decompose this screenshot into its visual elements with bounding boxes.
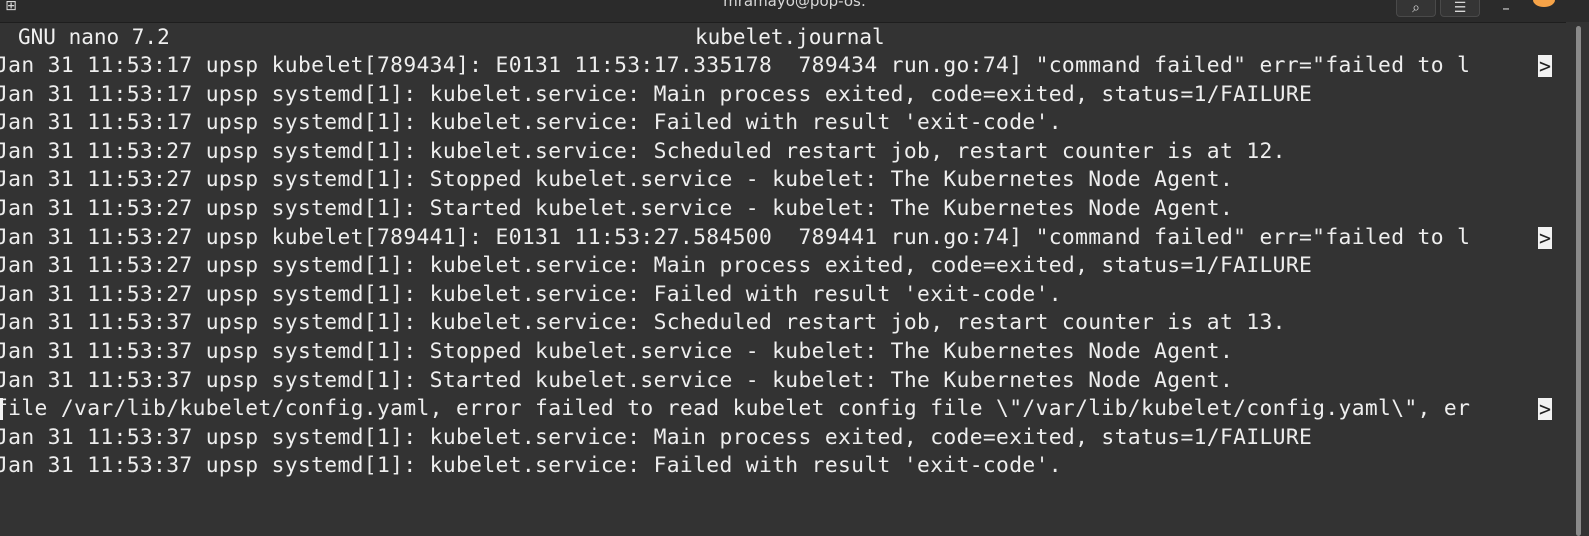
window-titlebar: ⊞ mramayo@pop-os: ⌕ ☰ –	[0, 0, 1589, 23]
nano-version: GNU nano 7.2	[18, 25, 170, 49]
line-overflow-marker: >	[1538, 397, 1552, 422]
minimize-icon[interactable]: –	[1494, 0, 1518, 16]
text-line[interactable]: Jan 31 11:53:27 upsp systemd[1]: Started…	[0, 195, 1566, 224]
search-icon[interactable]: ⌕	[1396, 0, 1436, 17]
line-text: Jan 31 11:53:37 upsp systemd[1]: kubelet…	[0, 453, 1062, 479]
line-text: Jan 31 11:53:17 upsp systemd[1]: kubelet…	[0, 110, 1062, 136]
text-line[interactable]: Jan 31 11:53:27 upsp systemd[1]: kubelet…	[0, 138, 1566, 167]
line-text: Jan 31 11:53:37 upsp systemd[1]: Stopped…	[0, 338, 1234, 364]
text-line[interactable]: Jan 31 11:53:27 upsp systemd[1]: Stopped…	[0, 166, 1566, 195]
line-text: Jan 31 11:53:27 upsp systemd[1]: Started…	[0, 195, 1234, 221]
text-line[interactable]: Jan 31 11:53:27 upsp systemd[1]: kubelet…	[0, 281, 1566, 310]
line-text: Jan 31 11:53:37 upsp systemd[1]: Started…	[0, 367, 1234, 393]
file-name: kubelet.journal	[695, 25, 885, 49]
text-line[interactable]: Jan 31 11:53:37 upsp systemd[1]: kubelet…	[0, 424, 1566, 453]
text-line[interactable]: Jan 31 11:53:27 upsp kubelet[789441]: E0…	[0, 224, 1566, 253]
scrollbar-thumb[interactable]	[1576, 26, 1581, 536]
line-overflow-marker: >	[1538, 225, 1552, 250]
text-line[interactable]: Jan 31 11:53:17 upsp kubelet[789434]: E0…	[0, 52, 1566, 81]
line-text: Jan 31 11:53:17 upsp systemd[1]: kubelet…	[0, 81, 1313, 107]
line-text: Jan 31 11:53:27 upsp systemd[1]: kubelet…	[0, 281, 1062, 307]
text-line[interactable]: Jan 31 11:53:17 upsp systemd[1]: kubelet…	[0, 109, 1566, 138]
text-line[interactable]: Jan 31 11:53:37 upsp systemd[1]: Started…	[0, 367, 1566, 396]
line-text: Jan 31 11:53:27 upsp systemd[1]: Stopped…	[0, 167, 1234, 193]
line-overflow-marker: >	[1538, 54, 1552, 78]
text-cursor	[0, 398, 3, 421]
line-text: Jan 31 11:53:37 upsp systemd[1]: kubelet…	[0, 310, 1286, 336]
text-line[interactable]: file /var/lib/kubelet/config.yaml, error…	[0, 395, 1566, 424]
line-text: Jan 31 11:53:27 upsp systemd[1]: kubelet…	[0, 253, 1313, 279]
text-line[interactable]: Jan 31 11:53:37 upsp systemd[1]: kubelet…	[0, 452, 1566, 481]
line-text: Jan 31 11:53:27 upsp kubelet[789441]: E0…	[0, 224, 1471, 250]
editor-text-area[interactable]: Jan 31 11:53:17 upsp kubelet[789434]: E0…	[0, 52, 1566, 536]
line-text: Jan 31 11:53:27 upsp systemd[1]: kubelet…	[0, 138, 1286, 164]
line-text: Jan 31 11:53:37 upsp systemd[1]: kubelet…	[0, 424, 1313, 450]
line-text: file /var/lib/kubelet/config.yaml, error…	[0, 396, 1471, 422]
window-title: mramayo@pop-os:	[723, 0, 866, 10]
hamburger-menu-icon[interactable]: ☰	[1440, 0, 1480, 17]
text-line[interactable]: Jan 31 11:53:17 upsp systemd[1]: kubelet…	[0, 81, 1566, 110]
line-text: Jan 31 11:53:17 upsp kubelet[789434]: E0…	[0, 53, 1471, 78]
text-line[interactable]: Jan 31 11:53:27 upsp systemd[1]: kubelet…	[0, 252, 1566, 281]
text-line[interactable]: Jan 31 11:53:37 upsp systemd[1]: kubelet…	[0, 309, 1566, 338]
vertical-scrollbar[interactable]	[1566, 22, 1589, 536]
text-line[interactable]: Jan 31 11:53:37 upsp systemd[1]: Stopped…	[0, 338, 1566, 367]
nano-header-bar: GNU nano 7.2 kubelet.journal	[0, 23, 1589, 51]
